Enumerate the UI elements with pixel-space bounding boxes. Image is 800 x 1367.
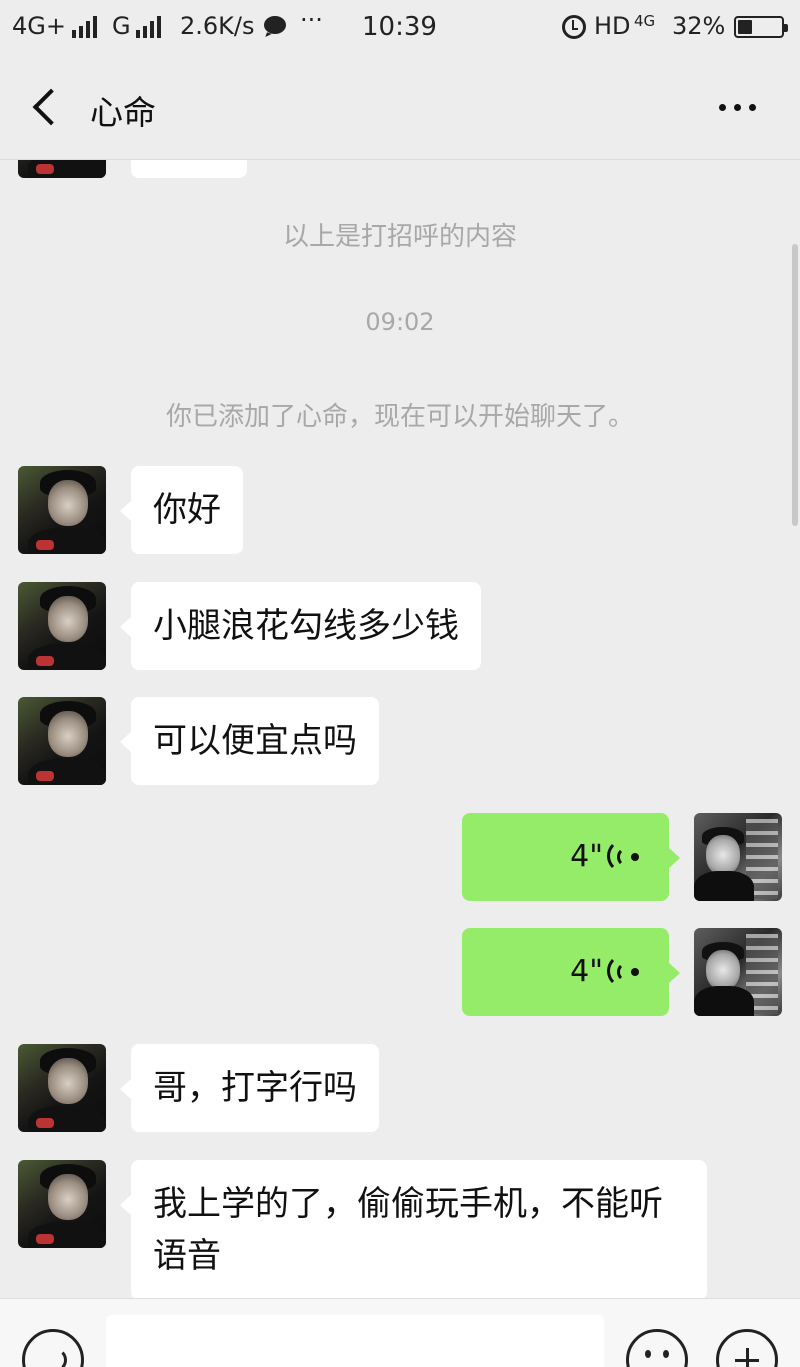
message-bubble-partial[interactable] [131,160,247,178]
contact-avatar[interactable] [18,1044,106,1132]
network-speed: 2.6K/s [180,12,255,40]
voice-input-icon[interactable] [22,1329,84,1367]
more-notifications-icon: ··· [300,6,323,34]
message-bubble[interactable]: 我上学的了，偷偷玩手机，不能听语音 [120,1160,707,1298]
contact-avatar[interactable] [18,582,106,670]
friend-added-note: 你已添加了心命，现在可以开始聊天了。 [165,402,634,432]
voice-message-bubble[interactable]: 4" [462,928,680,1016]
voice-wave-icon [607,839,641,873]
status-bar: 4G+ G 2.6K/s ··· 10:39 HD 4G 32% [0,0,800,56]
voice-message-bubble[interactable]: 4" [462,813,680,901]
voice-duration: 4" [570,954,603,989]
signal-strength-icon-2 [136,16,161,38]
network-type-label-3: 4G [634,12,656,30]
more-options-icon[interactable] [712,94,762,120]
voice-duration: 4" [570,839,603,874]
chat-header: 心命 [0,56,800,160]
message-list[interactable]: 以上是打招呼的内容 09:02 你已添加了心命，现在可以开始聊天了。 你好 小腿… [0,160,800,1298]
network-type-label-2: G [112,12,131,40]
contact-avatar[interactable] [18,466,106,554]
back-arrow-icon[interactable] [28,88,68,128]
emoji-icon[interactable] [626,1329,688,1367]
message-timestamp: 09:02 [365,308,435,336]
my-avatar[interactable] [694,928,782,1016]
clock: 10:39 [362,12,437,42]
contact-name-title: 心命 [90,93,156,132]
message-bubble[interactable]: 你好 [120,466,243,554]
contact-avatar[interactable] [18,160,106,178]
network-type-label: 4G+ [12,12,66,40]
battery-icon [734,16,788,38]
signal-strength-icon [72,16,97,38]
message-notification-icon [264,16,286,34]
message-bubble[interactable]: 哥，打字行吗 [120,1044,379,1132]
scrollbar[interactable] [792,244,798,526]
contact-avatar[interactable] [18,697,106,785]
message-input[interactable] [106,1315,604,1367]
plus-icon[interactable] [716,1329,778,1367]
message-bubble[interactable]: 可以便宜点吗 [120,697,379,785]
battery-percent: 32% [672,12,726,40]
contact-avatar[interactable] [18,1160,106,1248]
greeting-note: 以上是打招呼的内容 [282,222,517,252]
voice-wave-icon [607,954,641,988]
hd-label: HD [594,12,631,40]
my-avatar[interactable] [694,813,782,901]
alarm-icon [562,15,586,39]
message-bubble[interactable]: 小腿浪花勾线多少钱 [120,582,481,670]
input-bar [0,1298,800,1367]
